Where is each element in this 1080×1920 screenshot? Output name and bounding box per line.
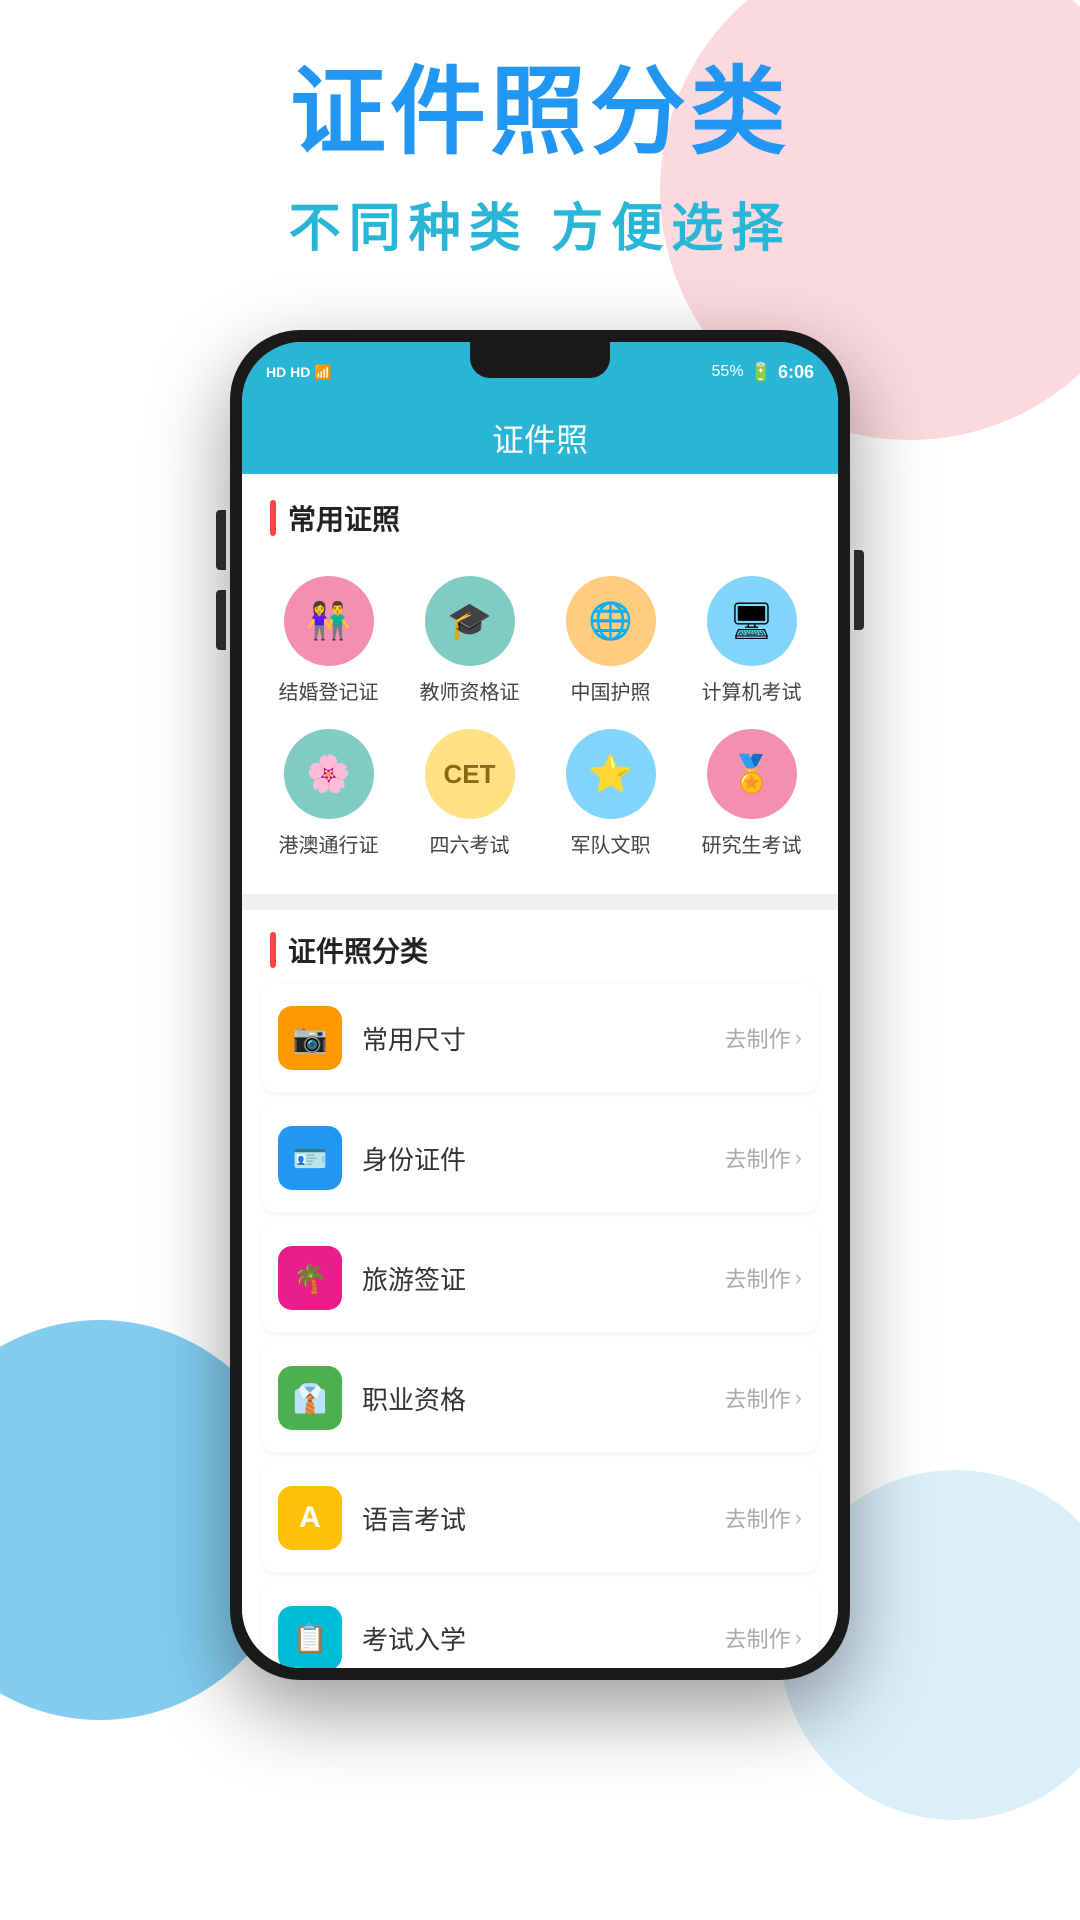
category-section: 证件照分类 📷常用尺寸去制作›🪪身份证件去制作›🌴旅游签证去制作›👔职业资格去制… xyxy=(242,910,838,1668)
app-header-title: 证件照 xyxy=(492,415,588,461)
category-action-1[interactable]: 去制作› xyxy=(725,1142,802,1174)
category-icon-1: 🪪 xyxy=(278,1126,342,1190)
category-item-1[interactable]: 🪪 身份证件去制作› xyxy=(262,1104,818,1212)
category-item-3[interactable]: 👔 职业资格去制作› xyxy=(262,1344,818,1452)
app-content: 常用证照 👫 结婚登记证 🎓 教师资格证 🌐 中国护照 🖥 计算机考试 🌸 港澳通行证 CET 四六考… xyxy=(242,474,838,1668)
icon-label-5: 四六考试 xyxy=(430,829,510,858)
icon-label-7: 研究生考试 xyxy=(702,829,802,858)
icon-circle-5: CET xyxy=(425,729,515,819)
category-action-text-2: 去制作 xyxy=(725,1262,791,1294)
icon-circle-0: 👫 xyxy=(284,576,374,666)
category-item-0[interactable]: 📷 常用尺寸去制作› xyxy=(262,984,818,1092)
category-action-2[interactable]: 去制作› xyxy=(725,1262,802,1294)
icon-circle-2: 🌐 xyxy=(566,576,656,666)
common-icons-grid: 👫 结婚登记证 🎓 教师资格证 🌐 中国护照 🖥 计算机考试 🌸 港澳通行证 CET 四六考试 ⭐ 军队文… xyxy=(242,554,838,894)
category-name-0: 常用尺寸 xyxy=(362,1020,725,1057)
category-action-text-3: 去制作 xyxy=(725,1382,791,1414)
icon-label-3: 计算机考试 xyxy=(702,676,802,705)
category-name-4: 语言考试 xyxy=(362,1500,725,1537)
category-item-4[interactable]: A 语言考试去制作› xyxy=(262,1464,818,1572)
category-icon-0: 📷 xyxy=(278,1006,342,1070)
common-section-title: 常用证照 xyxy=(288,498,400,538)
main-title: 证件照分类 xyxy=(0,60,1080,166)
category-action-3[interactable]: 去制作› xyxy=(725,1382,802,1414)
section-bar-red xyxy=(270,500,276,536)
phone-mockup: HD HD 📶 55% 🔋 6:06 证件照 常用证照 xyxy=(230,330,850,1680)
status-left: HD HD 📶 xyxy=(266,364,332,381)
category-name-5: 考试入学 xyxy=(362,1620,725,1657)
power-button xyxy=(854,550,864,630)
time-display: 6:06 xyxy=(778,362,814,383)
category-action-5[interactable]: 去制作› xyxy=(725,1622,802,1654)
icon-label-2: 中国护照 xyxy=(571,676,651,705)
icon-item-6[interactable]: ⭐ 军队文职 xyxy=(540,717,681,870)
category-action-4[interactable]: 去制作› xyxy=(725,1502,802,1534)
icon-label-0: 结婚登记证 xyxy=(279,676,379,705)
chevron-icon-1: › xyxy=(795,1145,802,1171)
common-section-header: 常用证照 xyxy=(242,474,838,554)
icon-item-3[interactable]: 🖥 计算机考试 xyxy=(681,564,822,717)
volume-up-button xyxy=(216,510,226,570)
category-name-2: 旅游签证 xyxy=(362,1260,725,1297)
battery-icon: 🔋 xyxy=(750,362,772,383)
category-icon-2: 🌴 xyxy=(278,1246,342,1310)
icon-circle-1: 🎓 xyxy=(425,576,515,666)
icon-item-2[interactable]: 🌐 中国护照 xyxy=(540,564,681,717)
category-action-text-4: 去制作 xyxy=(725,1502,791,1534)
category-action-text-0: 去制作 xyxy=(725,1022,791,1054)
icon-item-7[interactable]: 🏅 研究生考试 xyxy=(681,717,822,870)
phone-notch xyxy=(470,342,610,378)
chevron-icon-5: › xyxy=(795,1625,802,1651)
volume-down-button xyxy=(216,590,226,650)
category-action-text-1: 去制作 xyxy=(725,1142,791,1174)
category-section-title: 证件照分类 xyxy=(288,930,428,970)
icon-label-4: 港澳通行证 xyxy=(279,829,379,858)
icon-item-0[interactable]: 👫 结婚登记证 xyxy=(258,564,399,717)
icon-item-5[interactable]: CET 四六考试 xyxy=(399,717,540,870)
icon-circle-3: 🖥 xyxy=(707,576,797,666)
category-action-0[interactable]: 去制作› xyxy=(725,1022,802,1054)
icon-circle-7: 🏅 xyxy=(707,729,797,819)
category-icon-4: A xyxy=(278,1486,342,1550)
icon-circle-4: 🌸 xyxy=(284,729,374,819)
status-right: 55% 🔋 6:06 xyxy=(712,362,814,383)
signal-icon: 📶 xyxy=(314,364,331,381)
app-header: 证件照 xyxy=(242,402,838,474)
category-name-3: 职业资格 xyxy=(362,1380,725,1417)
chevron-icon-4: › xyxy=(795,1505,802,1531)
section-divider xyxy=(242,894,838,910)
icon-label-1: 教师资格证 xyxy=(420,676,520,705)
chevron-icon-0: › xyxy=(795,1025,802,1051)
category-icon-3: 👔 xyxy=(278,1366,342,1430)
category-item-5[interactable]: 📋 考试入学去制作› xyxy=(262,1584,818,1668)
category-section-header: 证件照分类 xyxy=(242,910,838,984)
chevron-icon-2: › xyxy=(795,1265,802,1291)
category-action-text-5: 去制作 xyxy=(725,1622,791,1654)
sub-title: 不同种类 方便选择 xyxy=(0,186,1080,261)
icon-item-4[interactable]: 🌸 港澳通行证 xyxy=(258,717,399,870)
category-section-bar xyxy=(270,932,276,968)
chevron-icon-3: › xyxy=(795,1385,802,1411)
status-left-text: HD HD xyxy=(266,364,310,380)
battery-percent: 55% xyxy=(712,363,744,381)
category-icon-5: 📋 xyxy=(278,1606,342,1668)
category-name-1: 身份证件 xyxy=(362,1140,725,1177)
icon-item-1[interactable]: 🎓 教师资格证 xyxy=(399,564,540,717)
category-list: 📷常用尺寸去制作›🪪身份证件去制作›🌴旅游签证去制作›👔职业资格去制作›A语言考… xyxy=(242,984,838,1668)
icon-circle-6: ⭐ xyxy=(566,729,656,819)
icon-label-6: 军队文职 xyxy=(571,829,651,858)
category-item-2[interactable]: 🌴 旅游签证去制作› xyxy=(262,1224,818,1332)
header-section: 证件照分类 不同种类 方便选择 xyxy=(0,60,1080,261)
